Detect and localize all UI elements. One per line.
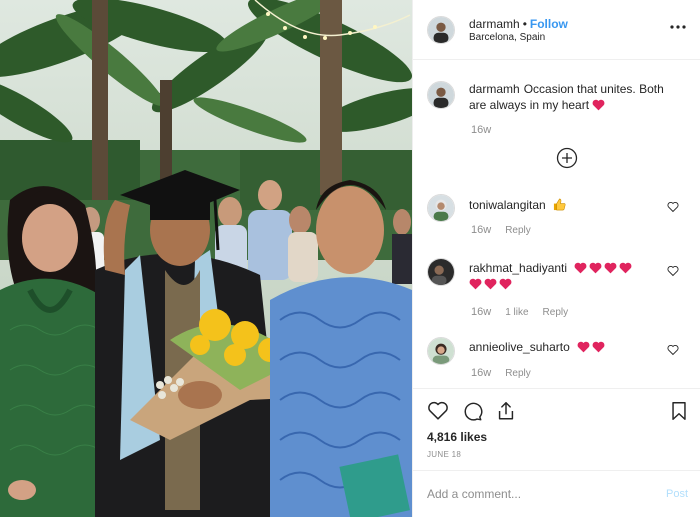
caption-username[interactable]: darmamh [469, 82, 520, 96]
post-photo[interactable] [0, 0, 412, 517]
thumbs-up-emoji [553, 198, 566, 211]
post-location[interactable]: Barcelona, Spain [469, 32, 545, 43]
instagram-post: darmamh • Follow Barcelona, Spain darmamh O… [0, 0, 700, 517]
caption-text-block: darmamh Occasion that unites. Both are al… [469, 81, 669, 113]
share-icon[interactable] [495, 400, 517, 422]
like-comment-heart-icon[interactable] [667, 201, 679, 213]
post-comment-button[interactable]: Post [666, 488, 688, 500]
caption-avatar[interactable] [427, 81, 455, 109]
add-comment-bar: Add a comment... Post [413, 470, 700, 517]
comment-meta: 16w 1 like Reply [471, 306, 582, 318]
comment-username[interactable]: rakhmat_hadiyanti [469, 261, 567, 275]
comment-icon[interactable] [461, 400, 483, 422]
red-heart-emoji [577, 341, 590, 353]
red-heart-emoji [469, 278, 482, 290]
red-heart-emoji [574, 262, 587, 274]
separator-dot: • [522, 17, 527, 31]
comment-meta: 16w Reply [471, 367, 545, 379]
red-heart-emoji [484, 278, 497, 290]
add-comment-input[interactable]: Add a comment... [427, 487, 521, 501]
post-actions: 4,816 likes JUNE 18 [413, 388, 700, 470]
commenter-avatar[interactable] [427, 194, 455, 222]
follow-button[interactable]: Follow [530, 17, 568, 31]
plus-circle-icon[interactable] [556, 147, 578, 169]
commenter-avatar[interactable] [427, 258, 455, 286]
author-username[interactable]: darmamh [469, 17, 520, 31]
like-comment-heart-icon[interactable] [667, 344, 679, 356]
comment-item: annieolive_suharto 16w Reply [413, 335, 700, 387]
likes-count[interactable]: 4,816 likes [427, 430, 487, 444]
red-heart-emoji [592, 341, 605, 353]
comment-time[interactable]: 16w [471, 367, 491, 379]
post-side-panel: darmamh • Follow Barcelona, Spain darmamh O… [412, 0, 700, 517]
red-heart-emoji [604, 262, 617, 274]
comment-item: toniwalangitan 16w Reply [413, 191, 700, 246]
red-heart-emoji [619, 262, 632, 274]
comment-text-block: toniwalangitan [469, 197, 669, 213]
comments-list[interactable]: darmamh Occasion that unites. Both are al… [413, 61, 700, 387]
author-avatar[interactable] [427, 16, 455, 44]
reply-button[interactable]: Reply [505, 225, 531, 236]
post-header: darmamh • Follow Barcelona, Spain [413, 0, 700, 60]
like-comment-heart-icon[interactable] [667, 265, 679, 277]
comment-meta: 16w Reply [471, 224, 545, 236]
bookmark-icon[interactable] [668, 400, 690, 422]
comment-likes[interactable]: 1 like [505, 307, 528, 318]
comment-text-block: annieolive_suharto [469, 339, 669, 355]
reply-button[interactable]: Reply [505, 368, 531, 379]
comment-time[interactable]: 16w [471, 224, 491, 236]
comment-text-block: rakhmat_hadiyanti [469, 260, 669, 292]
reply-button[interactable]: Reply [543, 307, 569, 318]
red-heart-emoji [592, 99, 605, 111]
more-options-icon[interactable] [669, 20, 687, 34]
graduation-photo [0, 0, 412, 517]
author-line: darmamh • Follow [469, 17, 568, 31]
comment-username[interactable]: toniwalangitan [469, 198, 546, 212]
comment-username[interactable]: annieolive_suharto [469, 340, 570, 354]
commenter-avatar[interactable] [427, 337, 455, 365]
comment-time[interactable]: 16w [471, 306, 491, 318]
red-heart-emoji [589, 262, 602, 274]
red-heart-emoji [499, 278, 512, 290]
caption-meta: 16w [471, 124, 505, 136]
post-date[interactable]: JUNE 18 [427, 450, 461, 459]
caption-time[interactable]: 16w [471, 124, 491, 136]
caption-item: darmamh Occasion that unites. Both are al… [413, 61, 700, 141]
comment-item: rakhmat_hadiyanti 16w 1 like Reply [413, 255, 700, 325]
heart-icon[interactable] [427, 400, 449, 422]
